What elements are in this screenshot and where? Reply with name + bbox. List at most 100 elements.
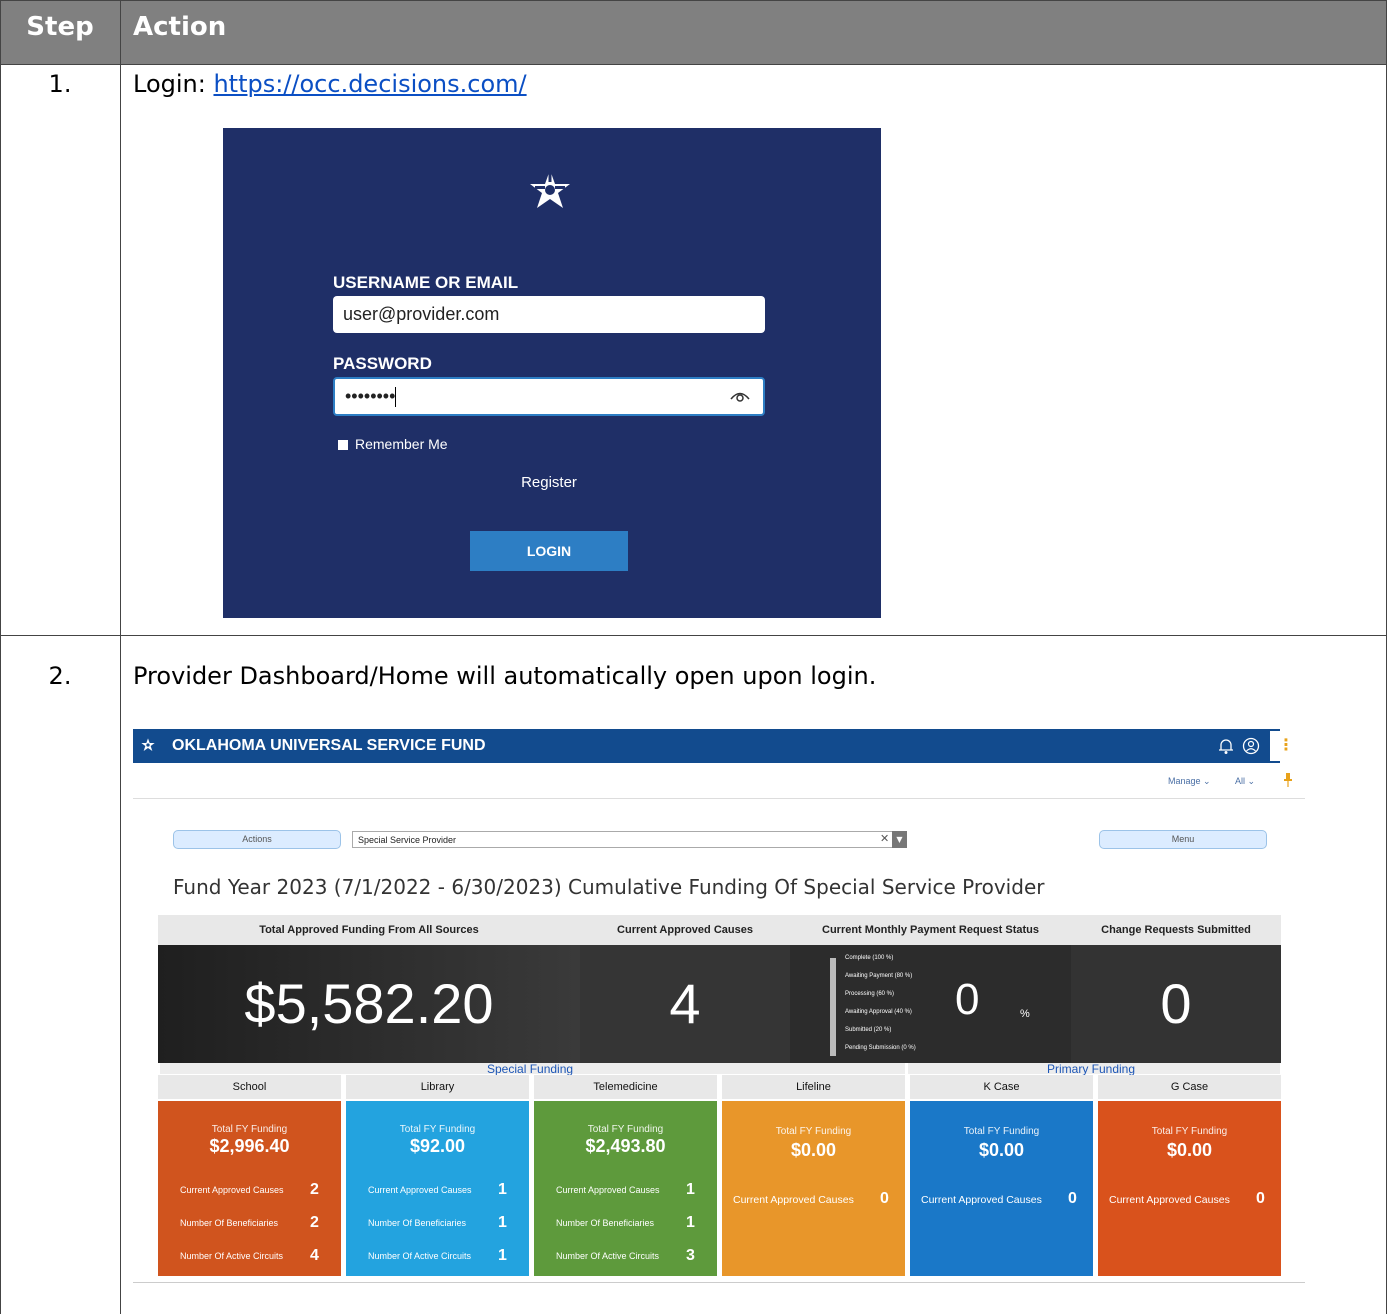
fund-year-title: Fund Year 2023 (7/1/2022 - 6/30/2023) Cu… xyxy=(173,875,1045,899)
metric-label: Number Of Active Circuits xyxy=(180,1251,284,1261)
dashboard-bottom-rule xyxy=(133,1282,1305,1283)
status-item: Awaiting Approval (40 %) xyxy=(845,1009,912,1015)
bell-icon[interactable] xyxy=(1218,737,1234,755)
header-action: Action xyxy=(133,12,227,42)
funding-label: Total FY Funding xyxy=(211,1124,288,1135)
show-password-eye-icon[interactable] xyxy=(729,388,751,404)
payment-status-progress-bar xyxy=(830,958,836,1056)
funding-card[interactable]: Total FY Funding $2,493.80 Current Approve… xyxy=(534,1101,717,1276)
user-account-icon[interactable] xyxy=(1242,737,1260,755)
payment-status-label: Current Monthly Payment Request Status xyxy=(790,915,1071,945)
clear-selection-icon[interactable]: ✕ xyxy=(880,831,889,847)
change-requests-label: Change Requests Submitted xyxy=(1071,915,1281,945)
actions-button[interactable]: Actions xyxy=(173,830,341,849)
login-url-link[interactable]: https://occ.decisions.com/ xyxy=(213,70,526,98)
funding-card[interactable]: Total FY Funding $0.00 Current Approved Ca… xyxy=(1098,1101,1281,1276)
step-number: 2. xyxy=(48,662,72,690)
primary-funding-label: Primary Funding xyxy=(1047,1062,1136,1076)
remember-me-label: Remember Me xyxy=(355,436,448,452)
metric-value: 0 xyxy=(1256,1190,1265,1207)
username-label: USERNAME OR EMAIL xyxy=(333,273,519,292)
register-link[interactable]: Register xyxy=(470,474,628,491)
metric-value: 2 xyxy=(310,1181,319,1198)
password-value: •••••••• xyxy=(345,386,396,406)
funding-label: Total FY Funding xyxy=(399,1124,476,1135)
login-button[interactable]: LOGIN xyxy=(470,531,628,571)
metric-label: Current Approved Causes xyxy=(921,1194,1042,1206)
approved-causes-value: 4 xyxy=(580,945,790,1063)
step-text-prefix: Login: xyxy=(133,70,214,98)
metric-label: Current Approved Causes xyxy=(180,1185,284,1195)
row-divider xyxy=(0,635,1387,636)
funding-label: Total FY Funding xyxy=(587,1124,664,1135)
total-funding-value: $5,582.20 xyxy=(158,945,580,1063)
metric-value: 1 xyxy=(686,1214,695,1231)
approved-causes-label: Current Approved Causes xyxy=(580,915,790,945)
metric-label: Number Of Beneficiaries xyxy=(556,1218,655,1228)
password-input[interactable]: •••••••• xyxy=(333,377,765,416)
funding-label: Total FY Funding xyxy=(963,1126,1040,1137)
metric-label: Number Of Active Circuits xyxy=(368,1251,472,1261)
funding-card[interactable]: Total FY Funding $92.00 Current Approved C… xyxy=(346,1101,529,1276)
menu-button[interactable]: Menu xyxy=(1099,830,1267,849)
more-vertical-icon[interactable]: ⋮ xyxy=(1278,734,1294,756)
funding-card[interactable]: Total FY Funding $0.00 Current Approved Ca… xyxy=(910,1101,1093,1276)
status-item: Pending Submission (0 %) xyxy=(845,1045,916,1051)
provider-select[interactable]: Special Service Provider xyxy=(352,831,907,848)
status-item: Awaiting Payment (80 %) xyxy=(845,973,913,979)
funding-amount: $92.00 xyxy=(409,1136,466,1156)
status-item: Submitted (20 %) xyxy=(845,1027,892,1033)
card-header: Library xyxy=(346,1075,529,1099)
metric-value: 4 xyxy=(310,1247,319,1264)
metric-value: 1 xyxy=(498,1247,507,1264)
metric-value: 1 xyxy=(686,1181,695,1198)
metric-value: 2 xyxy=(310,1214,319,1231)
step-number: 1. xyxy=(48,70,72,98)
funding-amount: $0.00 xyxy=(790,1140,837,1160)
text-cursor xyxy=(395,387,397,408)
step-text: Provider Dashboard/Home will automatical… xyxy=(133,662,877,690)
header-step: Step xyxy=(26,12,94,42)
funding-card[interactable]: Total FY Funding $2,996.40 Current Approve… xyxy=(158,1101,341,1276)
metric-label: Current Approved Causes xyxy=(1109,1194,1230,1206)
funding-card[interactable]: Total FY Funding $0.00 Current Approved Ca… xyxy=(722,1101,905,1276)
card-header: K Case xyxy=(910,1075,1093,1099)
metric-label: Number Of Beneficiaries xyxy=(368,1218,467,1228)
manage-dropdown[interactable]: Manage ⌄ xyxy=(1168,776,1211,787)
status-item: Processing (60 %) xyxy=(845,991,895,997)
metric-label: Number Of Beneficiaries xyxy=(180,1218,279,1228)
metric-label: Current Approved Causes xyxy=(733,1194,854,1206)
total-funding-label: Total Approved Funding From All Sources xyxy=(158,915,580,945)
metric-label: Current Approved Causes xyxy=(368,1185,472,1195)
metric-label: Number Of Active Circuits xyxy=(556,1251,660,1261)
metric-value: 3 xyxy=(686,1247,695,1264)
payment-status-percent: 0 xyxy=(955,975,980,1024)
funding-amount: $2,996.40 xyxy=(209,1136,290,1156)
card-header: G Case xyxy=(1098,1075,1281,1099)
percent-unit: % xyxy=(1020,1008,1030,1020)
status-item: Complete (100 %) xyxy=(845,955,894,961)
app-logo-icon xyxy=(141,738,155,751)
remember-me-checkbox[interactable] xyxy=(338,440,348,450)
funding-label: Total FY Funding xyxy=(1151,1126,1228,1137)
pin-icon[interactable] xyxy=(1283,772,1293,788)
all-dropdown[interactable]: All ⌄ xyxy=(1235,776,1255,787)
card-header: School xyxy=(158,1075,341,1099)
funding-amount: $0.00 xyxy=(978,1140,1025,1160)
metric-value: 1 xyxy=(498,1214,507,1231)
payment-status-list: Complete (100 %) Awaiting Payment (80 %)… xyxy=(845,953,955,1061)
username-input[interactable]: user@provider.com xyxy=(333,296,765,333)
metric-value: 0 xyxy=(1068,1190,1077,1207)
password-label: PASSWORD xyxy=(333,354,432,373)
funding-amount: $0.00 xyxy=(1166,1140,1213,1160)
card-header: Telemedicine xyxy=(534,1075,717,1099)
metric-value: 0 xyxy=(880,1190,889,1207)
dropdown-arrow-icon[interactable]: ▼ xyxy=(892,831,907,848)
special-funding-label: Special Funding xyxy=(487,1062,574,1076)
column-divider xyxy=(120,0,121,1314)
funding-amount: $2,493.80 xyxy=(585,1136,666,1156)
step-text: Login: https://occ.decisions.com/ xyxy=(133,70,527,98)
metric-label: Current Approved Causes xyxy=(556,1185,660,1195)
star-logo-icon xyxy=(530,170,570,208)
card-header: Lifeline xyxy=(722,1075,905,1099)
